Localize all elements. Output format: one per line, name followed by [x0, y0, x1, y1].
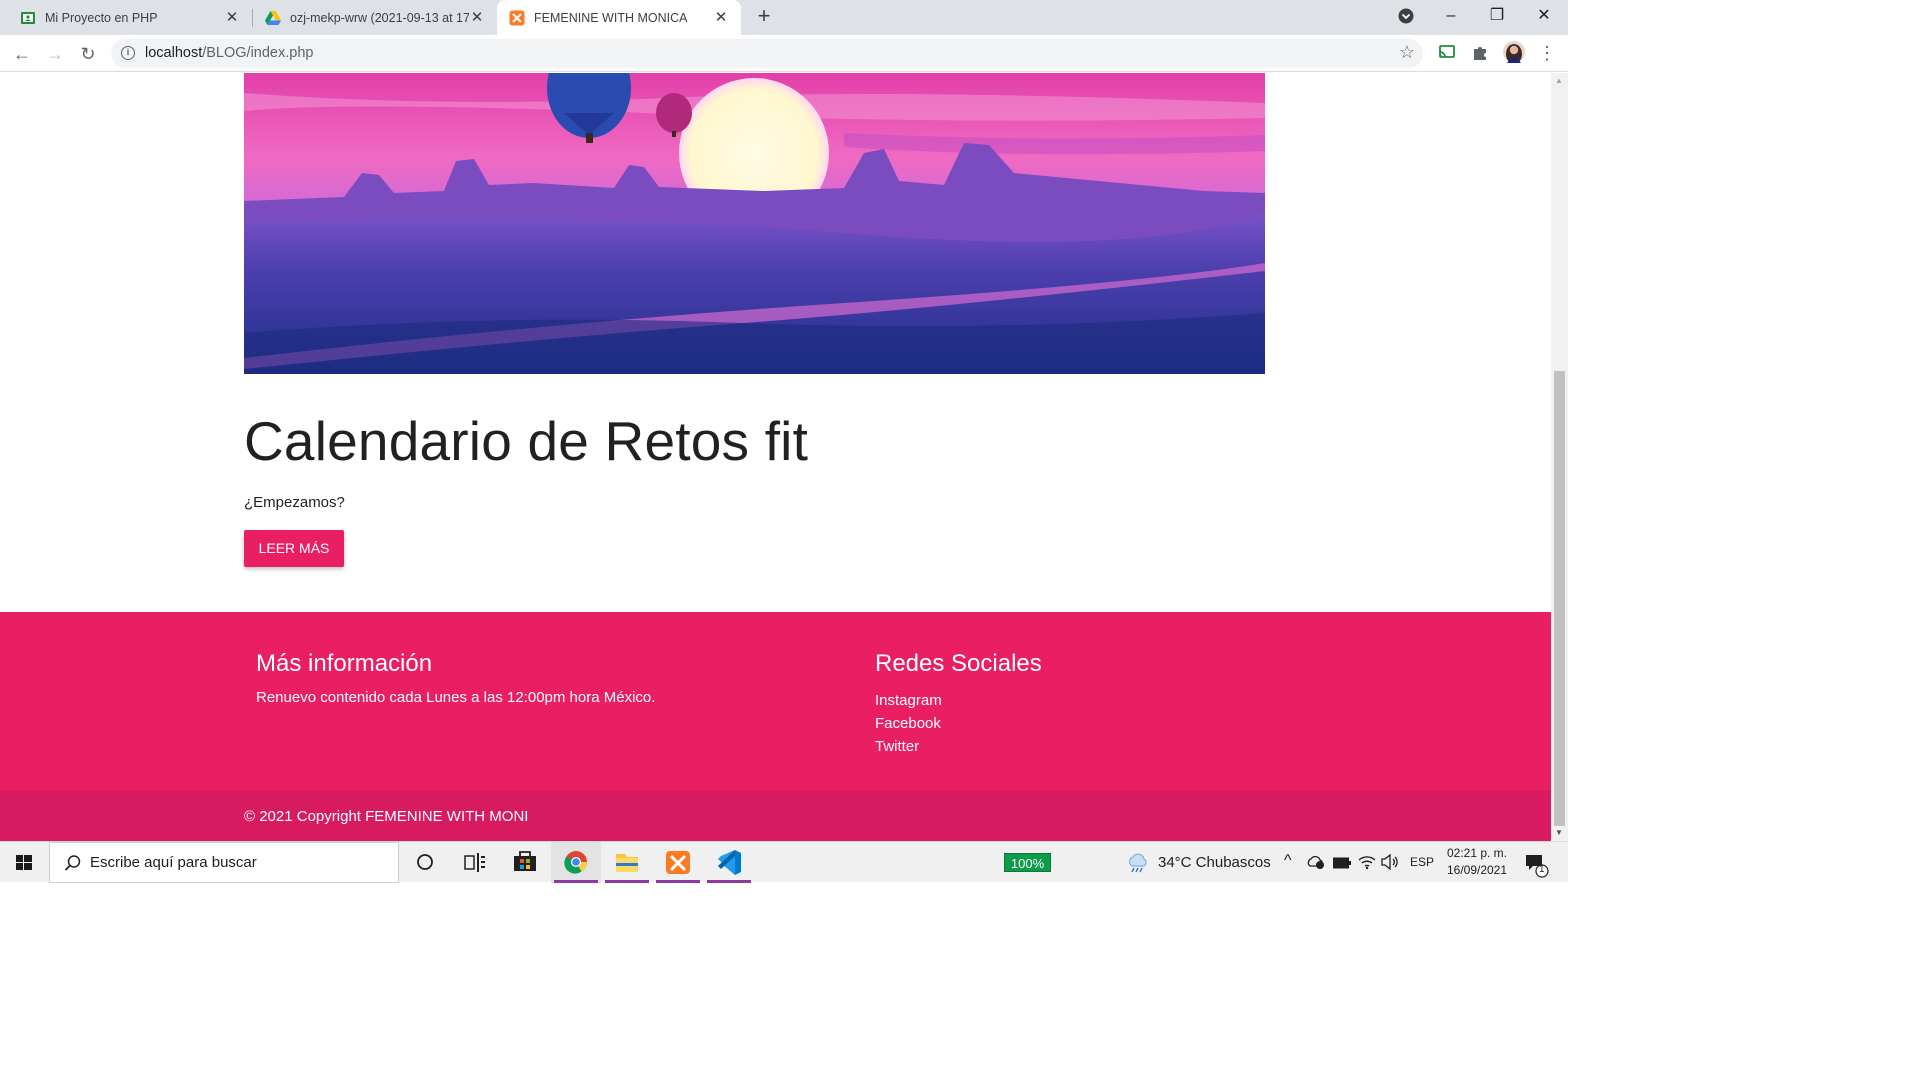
vscode-icon[interactable] [704, 842, 754, 883]
battery-icon[interactable] [1333, 856, 1351, 874]
file-explorer-icon[interactable] [602, 842, 652, 883]
notification-count: 1 [1539, 864, 1545, 875]
running-indicator [656, 880, 700, 883]
post-subtitle: ¿Empezamos? [244, 494, 345, 511]
tab-strip: Mi Proyecto en PHP ✕ ozj-mekp-wrw (2021-… [0, 0, 1568, 35]
instagram-link[interactable]: Instagram [875, 692, 942, 709]
copyright-bar: © 2021 Copyright FEMENINE WITH MONI [0, 790, 1551, 841]
post-title: Calendario de Retos fit [244, 410, 809, 472]
url-text[interactable]: localhost/BLOG/index.php [145, 45, 313, 61]
tab-mi-proyecto[interactable]: Mi Proyecto en PHP ✕ [8, 0, 252, 35]
tab-title: ozj-mekp-wrw (2021-09-13 at 17 [290, 10, 469, 25]
scrollbar-thumb[interactable] [1554, 371, 1565, 826]
tab-drive-video[interactable]: ozj-mekp-wrw (2021-09-13 at 17 ✕ [253, 0, 497, 35]
cortana-icon[interactable] [400, 842, 450, 883]
classroom-icon [20, 10, 36, 26]
minimize-icon[interactable]: – [1428, 0, 1474, 32]
input-language-indicator[interactable]: ESP [1410, 855, 1434, 869]
battery-level-badge[interactable]: 100% [1004, 853, 1051, 872]
new-tab-plus-icon[interactable]: + [752, 5, 776, 29]
restore-icon[interactable]: ❐ [1474, 0, 1520, 32]
tab-femenine-with-monica[interactable]: FEMENINE WITH MONICA ✕ [497, 0, 741, 35]
action-center-notification-icon[interactable]: 1 [1524, 852, 1550, 883]
tab-title: FEMENINE WITH MONICA [534, 10, 688, 25]
social-links-list: Instagram Facebook Twitter [875, 689, 942, 758]
footer-info-heading: Más información [256, 650, 433, 677]
profile-avatar[interactable] [1503, 41, 1525, 64]
site-footer: Más información Renuevo contenido cada L… [0, 612, 1551, 790]
twitter-link[interactable]: Twitter [875, 738, 919, 755]
weather-text[interactable]: 34°C Chubascos [1158, 854, 1271, 871]
running-indicator [707, 880, 751, 883]
running-indicator [554, 880, 598, 883]
search-placeholder: Escribe aquí para buscar [90, 854, 257, 871]
back-arrow-icon[interactable]: ← [8, 40, 36, 68]
weather-rain-icon[interactable] [1126, 852, 1150, 879]
xampp-icon [509, 10, 525, 26]
browser-toolbar: ← → ↻ i localhost/BLOG/index.php ☆ ⋮ [0, 35, 1568, 72]
copyright-text: © 2021 Copyright FEMENINE WITH MONI [244, 808, 529, 825]
close-window-icon[interactable]: ✕ [1521, 0, 1567, 32]
search-icon [64, 855, 81, 871]
clock-date: 16/09/2021 [1446, 863, 1508, 877]
show-hidden-icons-chevron-icon[interactable]: ^ [1284, 852, 1292, 870]
microsoft-store-icon[interactable] [500, 842, 550, 883]
windows-start-icon[interactable] [0, 842, 48, 883]
cast-icon[interactable] [1438, 43, 1458, 63]
tab-search-icon[interactable] [1383, 0, 1429, 32]
google-drive-icon [265, 10, 281, 26]
reload-icon[interactable]: ↻ [74, 40, 102, 68]
chrome-icon[interactable] [551, 842, 601, 883]
address-bar[interactable]: i localhost/BLOG/index.php ☆ [111, 39, 1423, 68]
forward-arrow-icon[interactable]: → [41, 40, 69, 68]
page-viewport: Calendario de Retos fit ¿Empezamos? LEER… [0, 73, 1551, 841]
close-tab-icon[interactable]: ✕ [224, 9, 240, 26]
wifi-icon[interactable] [1358, 854, 1376, 875]
extensions-puzzle-icon[interactable] [1471, 43, 1491, 63]
close-tab-icon[interactable]: ✕ [469, 9, 485, 26]
windows-taskbar: Escribe aquí para buscar 100% 34°C Chuba… [0, 841, 1568, 883]
footer-info-text: Renuevo contenido cada Lunes a las 12:00… [256, 689, 656, 706]
post-hero-image [244, 73, 1265, 374]
task-view-icon[interactable] [450, 842, 500, 883]
volume-icon[interactable] [1381, 853, 1399, 875]
xampp-taskbar-icon[interactable] [653, 842, 703, 883]
taskbar-search-box[interactable]: Escribe aquí para buscar [49, 842, 399, 883]
read-more-button[interactable]: LEER MÁS [244, 530, 344, 567]
more-options-icon[interactable]: ⋮ [1538, 43, 1558, 63]
close-tab-icon[interactable]: ✕ [713, 9, 729, 26]
page-scrollbar[interactable]: ▲ ▼ [1551, 73, 1568, 841]
running-indicator [605, 880, 649, 883]
site-info-icon[interactable]: i [121, 46, 135, 60]
scroll-up-arrow-icon[interactable]: ▲ [1555, 76, 1563, 85]
clock-time: 02:21 p. m. [1446, 846, 1508, 860]
onedrive-sync-icon[interactable] [1306, 854, 1326, 875]
bookmark-star-icon[interactable]: ☆ [1399, 42, 1415, 63]
footer-social-heading: Redes Sociales [875, 650, 1042, 677]
facebook-link[interactable]: Facebook [875, 715, 941, 732]
tab-title: Mi Proyecto en PHP [45, 10, 158, 25]
system-clock[interactable]: 02:21 p. m. 16/09/2021 [1438, 845, 1516, 879]
scroll-down-arrow-icon[interactable]: ▼ [1555, 828, 1563, 837]
